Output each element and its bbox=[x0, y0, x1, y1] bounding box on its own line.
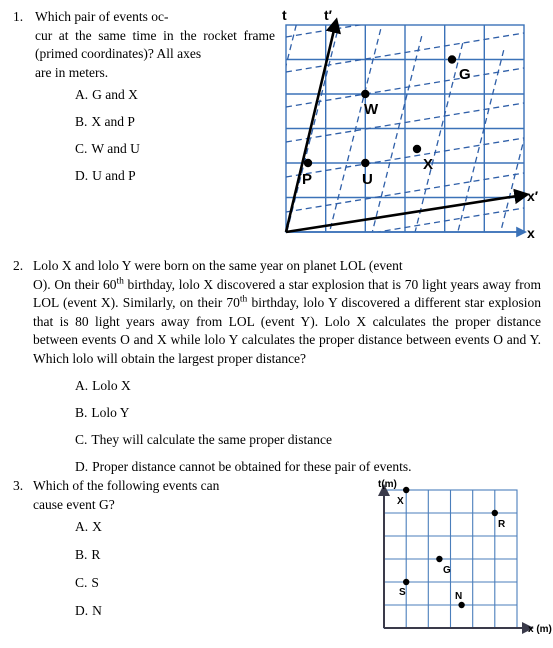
choice-3-b-label: B. bbox=[75, 547, 88, 562]
choice-3-c-text: S bbox=[91, 575, 99, 590]
event-label-g: G bbox=[443, 565, 451, 576]
choice-2-d-text: Proper distance cannot be obtained for t… bbox=[92, 459, 412, 474]
event-label-w: W bbox=[364, 101, 379, 118]
question-2-body-part-1: O). On their 60 bbox=[33, 276, 117, 292]
choice-1-b[interactable]: B. X and P bbox=[75, 113, 275, 131]
choice-3-d-label: D. bbox=[75, 603, 89, 618]
event-point-s bbox=[403, 578, 410, 586]
question-1-line-2: cur at the same time in the rocket bbox=[35, 27, 237, 43]
choice-1-d[interactable]: D. U and P bbox=[75, 167, 275, 185]
t-prime-axis bbox=[284, 17, 341, 233]
event-label-x: X bbox=[397, 496, 404, 507]
event-point-x bbox=[412, 144, 422, 154]
choice-3-c[interactable]: C. S bbox=[75, 574, 253, 592]
choice-3-d-text: N bbox=[92, 603, 102, 618]
question-3-number: 3. bbox=[13, 478, 24, 493]
choice-2-b[interactable]: B. Lolo Y bbox=[75, 404, 541, 422]
choice-1-a-text: G and X bbox=[92, 87, 138, 102]
choice-1-c-text: W and U bbox=[91, 141, 140, 156]
event-point-w bbox=[361, 89, 370, 99]
figure-minkowski-diagram: G W X P U t t′ x′ x bbox=[277, 4, 553, 250]
question-3-choices: A. X B. R C. S D. N bbox=[75, 518, 253, 620]
question-1-line-4: are in meters. bbox=[35, 64, 109, 80]
choice-2-b-label: B. bbox=[75, 405, 88, 420]
axis-label-t-prime: t′ bbox=[324, 7, 333, 23]
choice-1-d-text: U and P bbox=[92, 168, 136, 183]
event-label-s: S bbox=[399, 587, 406, 598]
question-1-text: Which pair of events oc- cur at the same… bbox=[35, 8, 275, 82]
axis-label-x-prime: x′ bbox=[527, 188, 539, 204]
choice-1-c-label: C. bbox=[75, 141, 88, 156]
event-label-x: X bbox=[423, 156, 433, 173]
question-1: 1. Which pair of events oc- cur at the s… bbox=[13, 8, 275, 194]
event-label-g: G bbox=[459, 66, 471, 83]
question-3-line-2: cause event G? bbox=[33, 496, 115, 512]
axis-label-x: x (m) bbox=[528, 624, 552, 635]
axis-label-t: t(m) bbox=[378, 479, 397, 490]
choice-1-a[interactable]: A. G and X bbox=[75, 86, 275, 104]
axis-label-t: t bbox=[282, 7, 287, 23]
choice-3-a[interactable]: A. X bbox=[75, 518, 253, 536]
choice-3-c-label: C. bbox=[75, 575, 88, 590]
grid-lines bbox=[383, 489, 518, 629]
choice-2-c-label: C. bbox=[75, 432, 88, 447]
choice-1-b-text: X and P bbox=[91, 114, 135, 129]
question-1-choices: A. G and X B. X and P C. W and U D. U and P bbox=[75, 86, 275, 185]
question-2-superscript-1: th bbox=[116, 276, 124, 286]
question-1-number: 1. bbox=[13, 9, 24, 24]
question-2-text: Lolo X and lolo Y were born on the same … bbox=[33, 257, 541, 368]
event-point-n bbox=[458, 601, 465, 609]
question-1-line-1: Which pair of events oc- bbox=[35, 9, 169, 24]
event-label-n: N bbox=[455, 591, 462, 602]
choice-2-c-text: They will calculate the same proper dist… bbox=[91, 432, 333, 447]
event-point-p bbox=[303, 158, 313, 168]
event-point-x bbox=[403, 486, 410, 494]
event-point-u bbox=[361, 158, 370, 168]
question-3: 3. Which of the following events can cau… bbox=[13, 477, 253, 630]
choice-2-a-label: A. bbox=[75, 378, 89, 393]
choice-1-c[interactable]: C. W and U bbox=[75, 140, 275, 158]
choice-1-d-label: D. bbox=[75, 168, 89, 183]
event-label-r: R bbox=[498, 519, 506, 530]
choice-2-d-label: D. bbox=[75, 459, 89, 474]
question-3-line-1: Which of the following events can bbox=[33, 478, 220, 493]
event-label-u: U bbox=[362, 171, 373, 188]
choice-3-a-text: X bbox=[92, 519, 102, 534]
axes bbox=[378, 484, 534, 634]
choice-2-c[interactable]: C. They will calculate the same proper di… bbox=[75, 431, 541, 449]
event-point-g bbox=[447, 55, 457, 64]
rocket-frame-axes bbox=[284, 17, 530, 234]
choice-1-b-label: B. bbox=[75, 114, 88, 129]
x-prime-axis bbox=[285, 188, 530, 234]
choice-3-b-text: R bbox=[91, 547, 101, 562]
choice-2-a[interactable]: A. Lolo X bbox=[75, 377, 541, 395]
question-3-text: Which of the following events can cause … bbox=[33, 477, 253, 514]
axis-label-x: x bbox=[527, 225, 535, 241]
event-label-p: P bbox=[302, 171, 312, 188]
choice-3-b[interactable]: B. R bbox=[75, 546, 253, 564]
question-2-line-1: Lolo X and lolo Y were born on the same … bbox=[33, 258, 403, 273]
choice-3-a-label: A. bbox=[75, 519, 89, 534]
choice-2-a-text: Lolo X bbox=[92, 378, 131, 393]
event-point-r bbox=[491, 509, 498, 517]
question-2: 2. Lolo X and lolo Y were born on the sa… bbox=[13, 257, 541, 485]
question-2-choices: A. Lolo X B. Lolo Y C. They will calculate … bbox=[75, 377, 541, 476]
choice-2-b-text: Lolo Y bbox=[91, 405, 130, 420]
choice-1-a-label: A. bbox=[75, 87, 89, 102]
choice-2-d[interactable]: D. Proper distance cannot be obtained for… bbox=[75, 458, 541, 476]
figure-spacetime-grid: X R G S N t(m) x (m) bbox=[372, 478, 553, 648]
event-point-g bbox=[436, 555, 443, 563]
choice-3-d[interactable]: D. N bbox=[75, 602, 253, 620]
question-2-number: 2. bbox=[13, 258, 24, 273]
